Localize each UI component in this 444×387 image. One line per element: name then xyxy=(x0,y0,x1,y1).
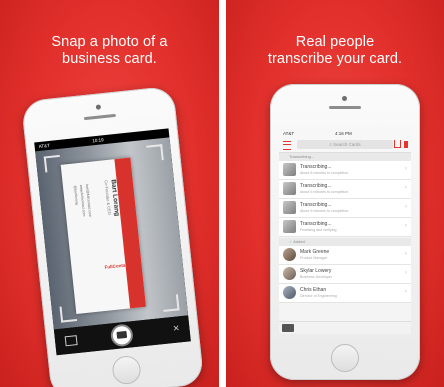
contact-role: Director of Engineering xyxy=(300,294,337,298)
front-camera-icon xyxy=(342,96,347,101)
left-promo-panel: Snap a photo of a business card. AT&T 10… xyxy=(0,0,219,387)
row-subtitle: About 9 minutes to completion xyxy=(300,209,349,213)
bottom-toolbar xyxy=(279,321,411,334)
list-item[interactable]: Mark Greene Product Manager › xyxy=(279,246,411,265)
right-promo-panel: Real people transcribe your card. AT&T 4… xyxy=(226,0,444,387)
close-icon[interactable]: × xyxy=(172,322,180,335)
card-red-stripe xyxy=(114,157,146,309)
row-title: Transcribing... xyxy=(300,221,332,227)
nav-bar: ⌕ Search Cards xyxy=(279,138,411,153)
card-email: bart@fullcontact.com xyxy=(84,183,93,218)
list-item[interactable]: Transcribing... Finalizing and verifying… xyxy=(279,218,411,237)
row-title: Transcribing... xyxy=(300,164,332,170)
row-subtitle: About 9 minutes to completion xyxy=(300,190,349,194)
right-status-bar: AT&T 4:16 PM xyxy=(279,129,411,138)
list-item[interactable]: Skylar Lowery Business Developer › xyxy=(279,265,411,284)
frame-corner-icon xyxy=(146,144,164,162)
right-caption-line2: transcribe your card. xyxy=(267,51,403,67)
camera-icon xyxy=(116,330,128,339)
card-thumbnail xyxy=(283,201,296,214)
share-icon[interactable] xyxy=(394,140,401,148)
list-item[interactable]: Transcribing... About 9 minutes to compl… xyxy=(279,199,411,218)
row-title: Transcribing... xyxy=(300,202,332,208)
trash-icon[interactable] xyxy=(404,141,408,148)
row-subtitle: About 6 minutes to completion xyxy=(300,171,349,175)
right-caption: Real people transcribe your card. xyxy=(226,34,444,68)
list-item[interactable]: Transcribing... About 6 minutes to compl… xyxy=(279,161,411,180)
chevron-right-icon: › xyxy=(405,270,407,276)
row-title: Transcribing... xyxy=(300,183,332,189)
list-item[interactable]: Transcribing... About 9 minutes to compl… xyxy=(279,180,411,199)
avatar xyxy=(283,248,296,261)
frame-corner-icon xyxy=(43,154,62,173)
chevron-right-icon: › xyxy=(405,204,407,210)
contact-name: Chris Ethan xyxy=(300,287,327,293)
section-header-added: ✓ Added xyxy=(279,238,411,246)
right-screen: AT&T 4:16 PM ⌕ Search Cards Transcribing… xyxy=(279,129,411,334)
avatar xyxy=(283,267,296,280)
chevron-right-icon: › xyxy=(405,185,407,191)
contact-name: Mark Greene xyxy=(300,249,330,255)
status-carrier: AT&T xyxy=(283,131,295,136)
speaker-grille xyxy=(83,113,116,121)
card-handle: @bartlorang xyxy=(72,185,79,205)
gallery-icon[interactable] xyxy=(64,335,78,347)
frame-corner-icon xyxy=(59,305,78,323)
right-phone: AT&T 4:16 PM ⌕ Search Cards Transcribing… xyxy=(270,84,420,380)
right-caption-line1: Real people xyxy=(295,34,375,50)
left-caption: Snap a photo of a business card. xyxy=(0,34,219,68)
camera-icon[interactable] xyxy=(282,324,294,332)
chevron-right-icon: › xyxy=(405,223,407,229)
status-time: 4:16 PM xyxy=(335,131,352,136)
camera-viewfinder[interactable]: Bart Lorang Co-Founder & CEO bart@fullco… xyxy=(35,137,189,330)
card-thumbnail xyxy=(283,220,296,233)
business-card: Bart Lorang Co-Founder & CEO bart@fullco… xyxy=(60,157,146,315)
left-phone: AT&T 10:19 Bart Lorang Co-Founder & CEO … xyxy=(20,85,205,387)
frame-corner-icon xyxy=(161,294,180,312)
home-button[interactable] xyxy=(331,344,359,372)
section-added-label: Added xyxy=(293,239,305,244)
list-item[interactable]: Chris Ethan Director of Engineering › xyxy=(279,284,411,303)
speaker-grille xyxy=(329,106,361,109)
avatar xyxy=(283,286,296,299)
left-screen: AT&T 10:19 Bart Lorang Co-Founder & CEO … xyxy=(34,128,191,356)
row-subtitle: Finalizing and verifying xyxy=(300,228,337,232)
contact-role: Product Manager xyxy=(300,256,328,260)
left-caption-line1: Snap a photo of a xyxy=(51,34,168,50)
card-thumbnail xyxy=(283,182,296,195)
home-button[interactable] xyxy=(111,354,142,386)
chevron-right-icon: › xyxy=(405,251,407,257)
menu-icon[interactable] xyxy=(283,141,291,150)
contact-name: Skylar Lowery xyxy=(300,268,332,274)
card-thumbnail xyxy=(283,163,296,176)
section-header-pending: Transcribing... xyxy=(279,153,411,161)
contact-role: Business Developer xyxy=(300,275,332,279)
front-camera-icon xyxy=(95,104,102,110)
chevron-right-icon: › xyxy=(405,166,407,172)
shutter-button[interactable] xyxy=(109,323,134,348)
chevron-right-icon: › xyxy=(405,289,407,295)
left-caption-line2: business card. xyxy=(62,51,157,67)
search-placeholder: Search Cards xyxy=(333,142,361,147)
search-input[interactable]: ⌕ Search Cards xyxy=(297,140,393,149)
